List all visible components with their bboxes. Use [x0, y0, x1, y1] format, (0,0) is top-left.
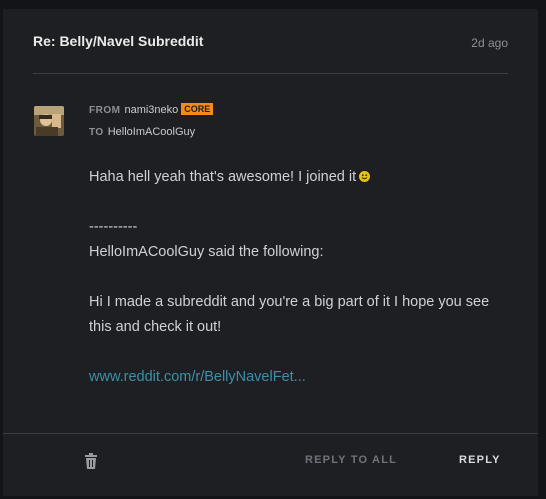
sender-avatar[interactable]: [34, 106, 64, 136]
core-badge: CORE: [181, 103, 214, 115]
from-label: FROM: [89, 105, 121, 116]
from-row: FROM nami3neko CORE: [89, 102, 214, 118]
reply-to-all-button[interactable]: REPLY TO ALL: [305, 454, 397, 466]
message-meta: FROM nami3neko CORE TO HelloImACoolGuy: [89, 102, 214, 146]
quote-text: Hi I made a subreddit and you're a big p…: [89, 294, 490, 335]
separator-line: ----------: [89, 219, 138, 235]
quote-intro: HelloImACoolGuy said the following:: [89, 244, 324, 260]
message-panel: Re: Belly/Navel Subreddit 2d ago FROM nam…: [3, 9, 538, 496]
message-header: Re: Belly/Navel Subreddit 2d ago: [33, 9, 508, 74]
from-username[interactable]: nami3neko: [124, 104, 178, 116]
message-subject: Re: Belly/Navel Subreddit: [33, 33, 204, 49]
message-body: Haha hell yeah that's awesome! I joined …: [89, 165, 509, 415]
to-row: TO HelloImACoolGuy: [89, 124, 213, 140]
reply-text: Haha hell yeah that's awesome! I joined …: [89, 169, 357, 185]
message-actions: REPLY TO ALL REPLY: [3, 433, 538, 497]
reply-paragraph: Haha hell yeah that's awesome! I joined …: [89, 165, 509, 190]
trash-icon[interactable]: [84, 453, 98, 469]
reply-button[interactable]: REPLY: [459, 454, 501, 466]
message-timestamp: 2d ago: [471, 36, 508, 50]
to-label: TO: [89, 127, 104, 138]
smiley-emoji-icon: [359, 171, 371, 182]
subreddit-link[interactable]: www.reddit.com/r/BellyNavelFet...: [89, 369, 306, 385]
to-username[interactable]: HelloImACoolGuy: [108, 126, 195, 138]
